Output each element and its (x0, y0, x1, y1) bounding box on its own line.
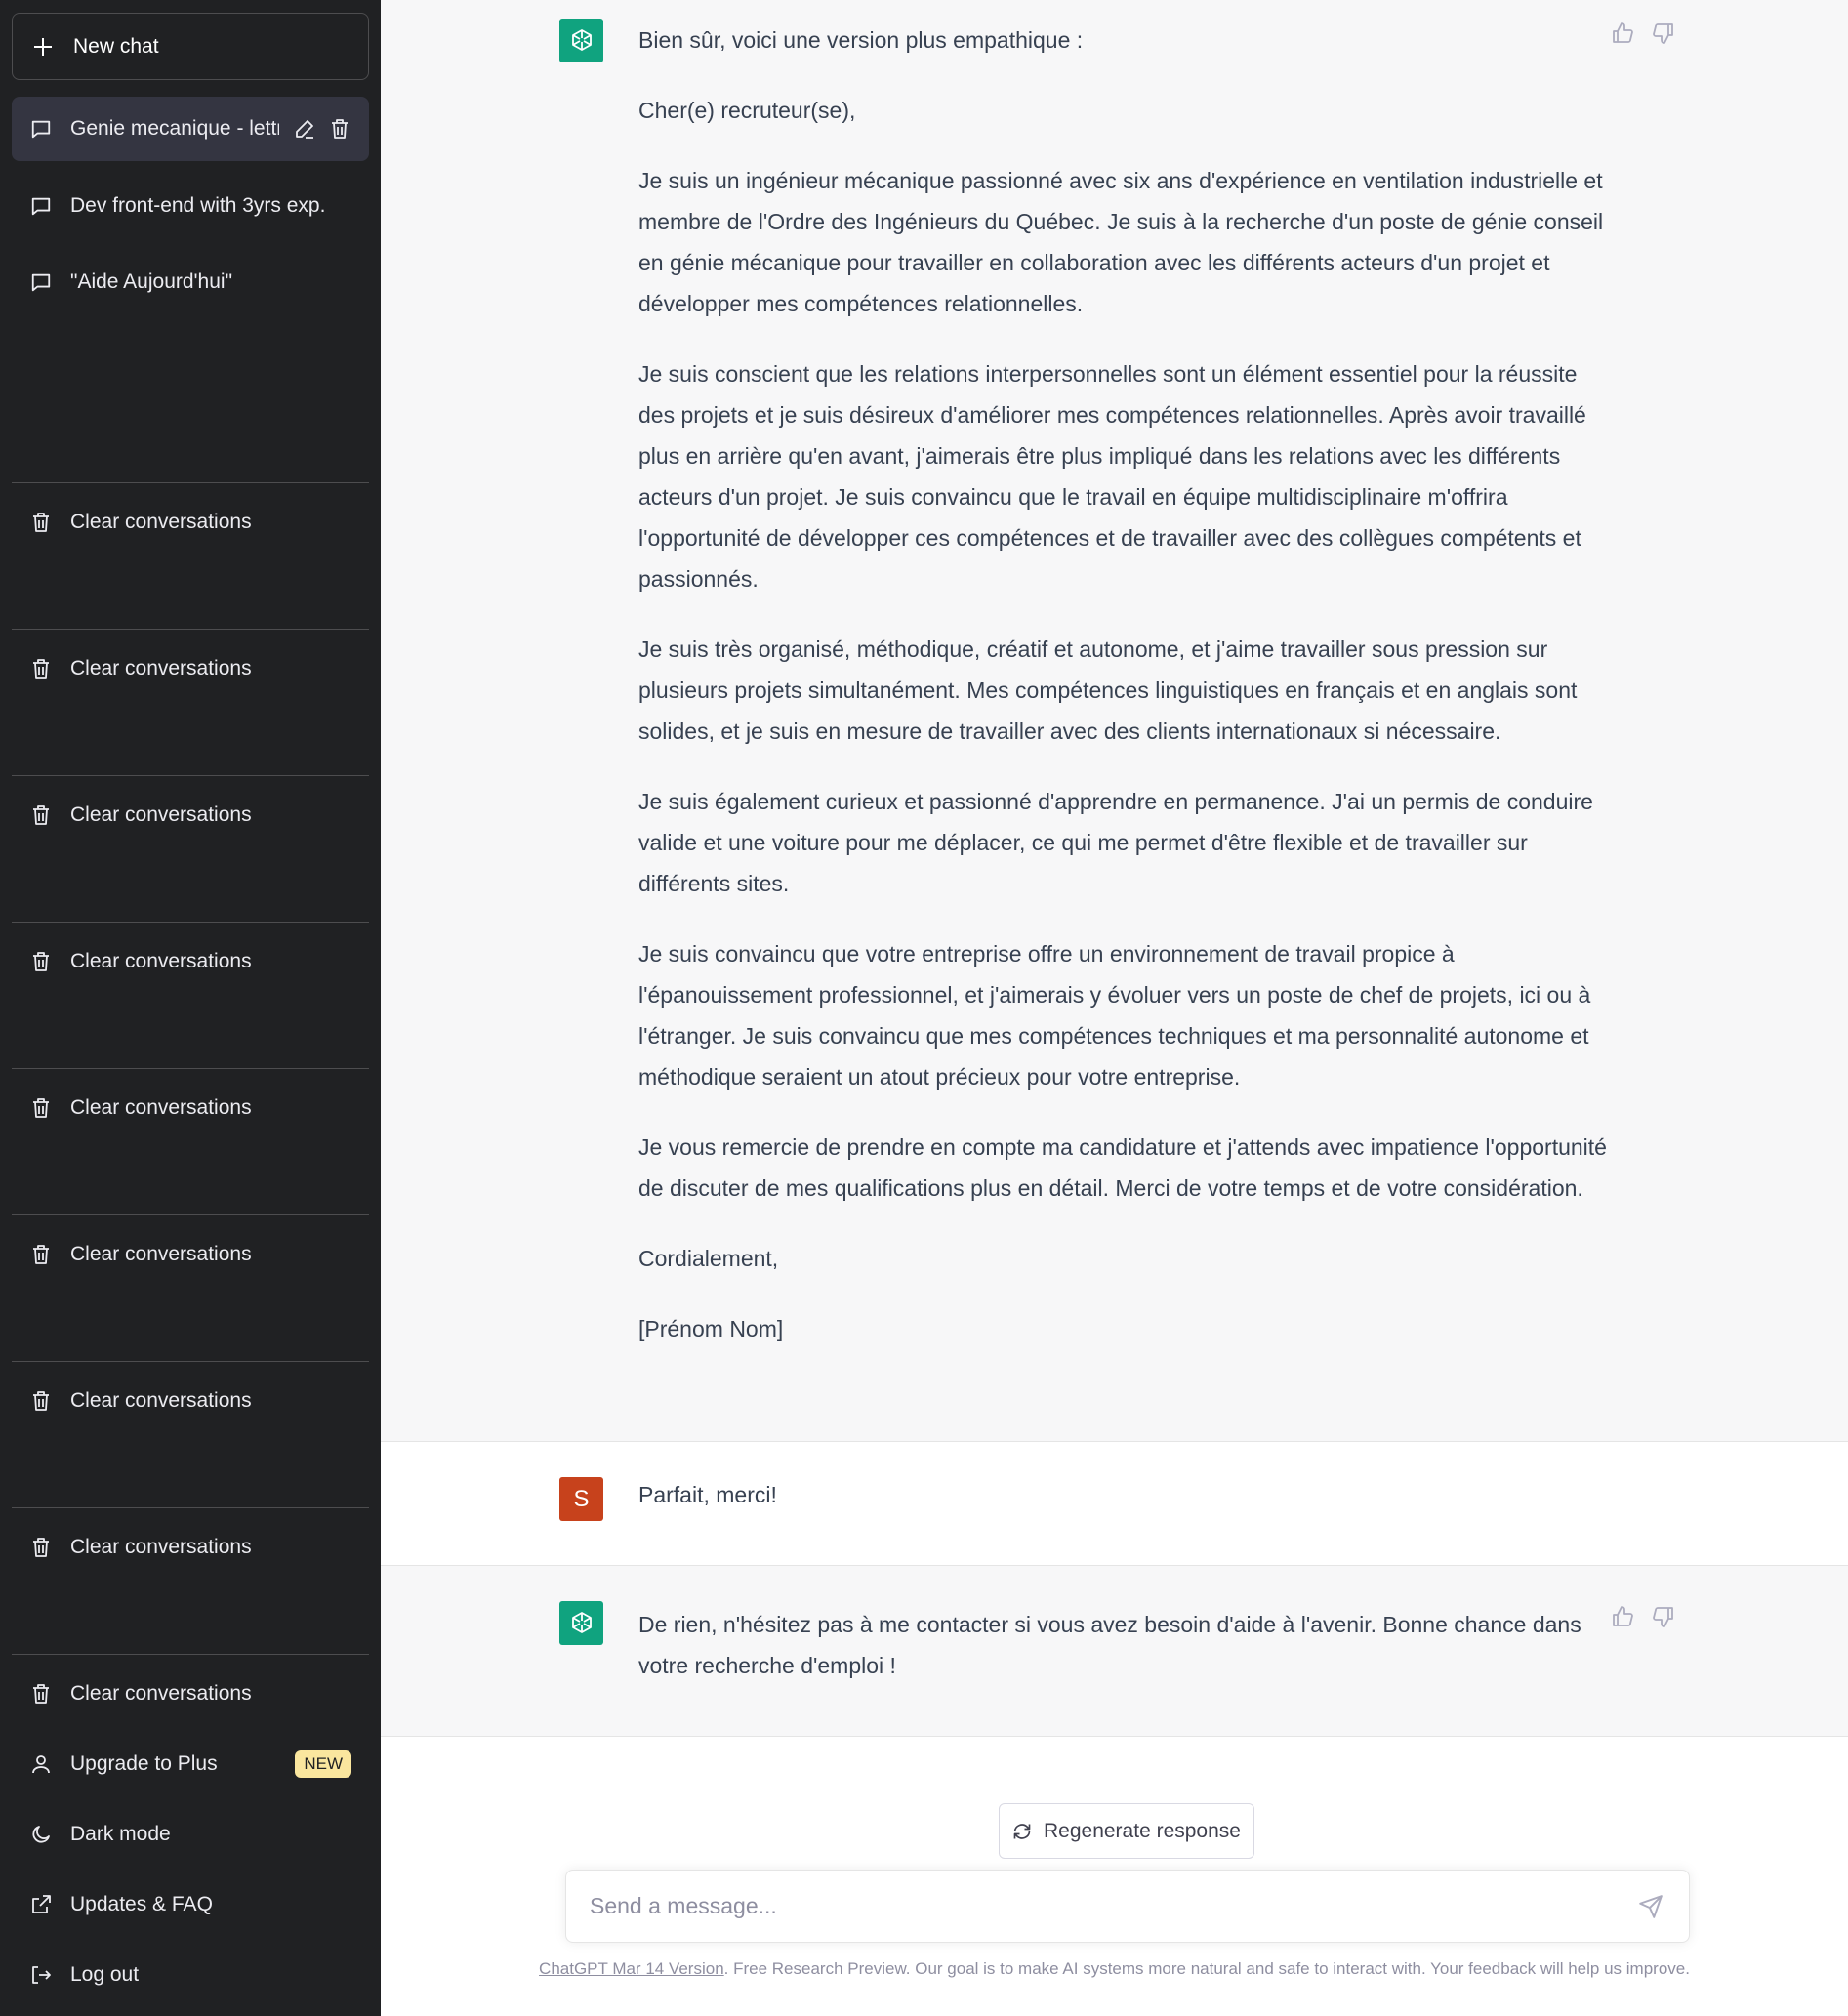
assistant-avatar (559, 1601, 603, 1645)
edit-icon[interactable] (293, 117, 316, 141)
trash-icon (33, 952, 49, 971)
trash-icon (33, 1538, 49, 1557)
dark-mode-label: Dark mode (70, 1823, 171, 1845)
thumbs-down-icon[interactable] (1652, 1605, 1675, 1628)
message-input[interactable] (590, 1893, 1638, 1919)
conversation-item[interactable]: Dev front-end with 3yrs exp. (12, 174, 369, 238)
conversation-item-active[interactable]: Genie mecanique - lettr (12, 97, 369, 161)
divider (12, 1068, 369, 1069)
new-chat-button[interactable]: New chat (12, 13, 369, 80)
user-message-text: Parfait, merci! (638, 1482, 777, 1507)
assistant-message: De rien, n'hésitez pas à me contacter si… (381, 1566, 1848, 1737)
trash-icon (33, 805, 49, 825)
assistant-message-text: Bien sûr, voici une version plus empathi… (638, 20, 1615, 1378)
message-paragraph: Bien sûr, voici une version plus empathi… (638, 27, 1084, 53)
message-paragraph: Je suis également curieux et passionné d… (638, 789, 1593, 896)
footer-disclaimer: ChatGPT Mar 14 Version. Free Research Pr… (381, 1959, 1848, 1979)
upgrade-label: Upgrade to Plus (70, 1752, 218, 1775)
divider (12, 629, 369, 630)
clear-conversations-label: Clear conversations (70, 803, 252, 826)
dark-mode-button[interactable]: Dark mode (12, 1807, 369, 1862)
clear-conversations-button[interactable]: Clear conversations (12, 1374, 369, 1428)
chat-bubble-icon (31, 273, 51, 292)
divider (12, 1214, 369, 1215)
conversation-title: "Aide Aujourd'hui" (70, 270, 233, 293)
assistant-message-text: De rien, n'hésitez pas à me contacter si… (638, 1612, 1581, 1678)
send-icon[interactable] (1638, 1894, 1663, 1919)
clear-conversations-label: Clear conversations (70, 511, 252, 533)
clear-conversations-label: Clear conversations (70, 1682, 252, 1705)
plus-icon (32, 36, 54, 58)
divider (12, 482, 369, 483)
regenerate-label: Regenerate response (1044, 1819, 1241, 1842)
message-paragraph: Je vous remercie de prendre en compte ma… (638, 1134, 1607, 1201)
chat-main: Bien sûr, voici une version plus empathi… (381, 0, 1848, 2016)
trash-icon (33, 1684, 49, 1704)
log-out-button[interactable]: Log out (12, 1948, 369, 2002)
message-paragraph: Je suis un ingénieur mécanique passionné… (638, 168, 1604, 316)
trash-icon (33, 513, 49, 532)
message-paragraph: Je suis convaincu que votre entreprise o… (638, 941, 1591, 1090)
clear-conversations-label: Clear conversations (70, 1243, 252, 1265)
assistant-message: Bien sûr, voici une version plus empathi… (381, 0, 1848, 1442)
trash-icon (33, 1391, 49, 1411)
clear-conversations-label: Clear conversations (70, 1389, 252, 1412)
log-out-label: Log out (70, 1963, 140, 1986)
trash-icon (33, 1098, 49, 1118)
new-badge: NEW (295, 1750, 351, 1778)
divider (12, 922, 369, 923)
updates-faq-label: Updates & FAQ (70, 1893, 213, 1915)
thumbs-down-icon[interactable] (1652, 21, 1675, 45)
clear-conversations-label: Clear conversations (70, 1096, 252, 1119)
message-paragraph: Je suis conscient que les relations inte… (638, 361, 1586, 592)
sidebar: New chat Genie mecanique - lettr Dev fro… (0, 0, 381, 2016)
clear-conversations-button[interactable]: Clear conversations (12, 1081, 369, 1135)
clear-conversations-button[interactable]: Clear conversations (12, 1227, 369, 1282)
clear-conversations-label: Clear conversations (70, 1536, 252, 1558)
external-link-icon (32, 1895, 51, 1913)
message-paragraph: [Prénom Nom] (638, 1316, 784, 1341)
message-paragraph: Cher(e) recruteur(se), (638, 98, 856, 123)
trash-icon[interactable] (328, 117, 351, 141)
clear-conversations-button[interactable]: Clear conversations (12, 788, 369, 843)
clear-conversations-label: Clear conversations (70, 657, 252, 679)
chat-bubble-icon (31, 197, 51, 216)
conversation-title: Dev front-end with 3yrs exp. (70, 194, 326, 217)
clear-conversations-button[interactable]: Clear conversations (12, 641, 369, 696)
divider (12, 775, 369, 776)
user-avatar: S (559, 1477, 603, 1521)
moon-icon (32, 1826, 50, 1843)
upgrade-to-plus-button[interactable]: Upgrade to Plus NEW (12, 1737, 369, 1791)
conversation-item[interactable]: "Aide Aujourd'hui" (12, 250, 369, 314)
divider (12, 1507, 369, 1508)
conversation-title: Genie mecanique - lettr (70, 117, 279, 140)
updates-faq-link[interactable]: Updates & FAQ (12, 1877, 369, 1932)
version-link[interactable]: ChatGPT Mar 14 Version (539, 1959, 724, 1978)
openai-logo-icon (571, 28, 592, 51)
chat-bubble-icon (31, 120, 51, 139)
divider (12, 1654, 369, 1655)
openai-logo-icon (571, 1611, 592, 1633)
logout-icon (32, 1966, 51, 1984)
clear-conversations-button[interactable]: Clear conversations (12, 934, 369, 989)
refresh-icon (1013, 1823, 1031, 1839)
message-paragraph: Je suis très organisé, méthodique, créat… (638, 637, 1578, 744)
trash-icon (33, 659, 49, 679)
divider (12, 1361, 369, 1362)
trash-icon (33, 1245, 49, 1264)
user-icon (32, 1755, 50, 1774)
clear-conversations-button[interactable]: Clear conversations (12, 1666, 369, 1721)
message-composer (565, 1870, 1690, 1943)
message-paragraph: Cordialement, (638, 1246, 779, 1271)
regenerate-response-button[interactable]: Regenerate response (999, 1803, 1254, 1859)
new-chat-label: New chat (73, 34, 159, 58)
clear-conversations-button[interactable]: Clear conversations (12, 1520, 369, 1575)
user-message: S Parfait, merci! (381, 1442, 1848, 1566)
clear-conversations-button[interactable]: Clear conversations (12, 495, 369, 550)
assistant-avatar (559, 19, 603, 62)
clear-conversations-label: Clear conversations (70, 950, 252, 972)
footer-text: . Free Research Preview. Our goal is to … (723, 1959, 1690, 1978)
